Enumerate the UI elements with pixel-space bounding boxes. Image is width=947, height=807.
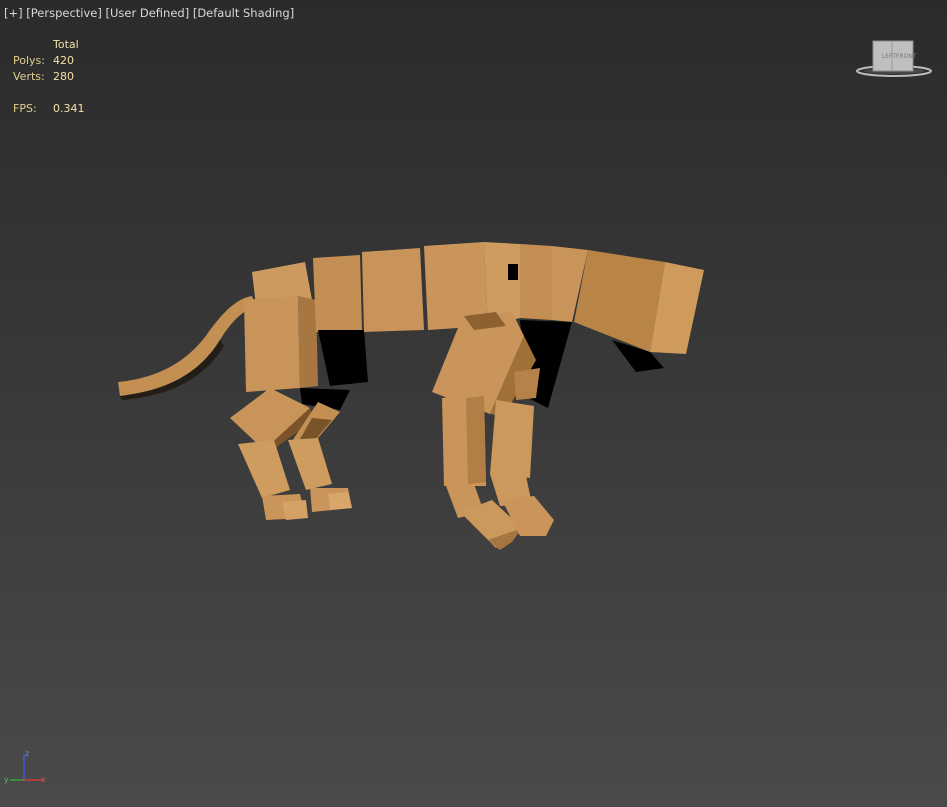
hip-mesh[interactable]: [244, 296, 300, 392]
axis-y-label: y: [4, 775, 9, 784]
axis-z-label: z: [25, 749, 29, 758]
axis-x-label: x: [41, 775, 46, 784]
body-segment-1[interactable]: [313, 255, 362, 332]
rear-left-shin[interactable]: [238, 440, 290, 498]
front-right-upper-leg[interactable]: [490, 400, 534, 478]
perspective-viewport[interactable]: [+] [Perspective] [User Defined] [Defaul…: [0, 0, 947, 807]
rear-right-shin[interactable]: [288, 438, 332, 490]
animal-model-mesh[interactable]: [0, 0, 947, 807]
body-segment-2[interactable]: [362, 248, 424, 332]
head-side-mesh[interactable]: [574, 250, 665, 352]
body-segment-5[interactable]: [520, 244, 552, 320]
axis-tripod-icon: z x y: [4, 749, 46, 784]
